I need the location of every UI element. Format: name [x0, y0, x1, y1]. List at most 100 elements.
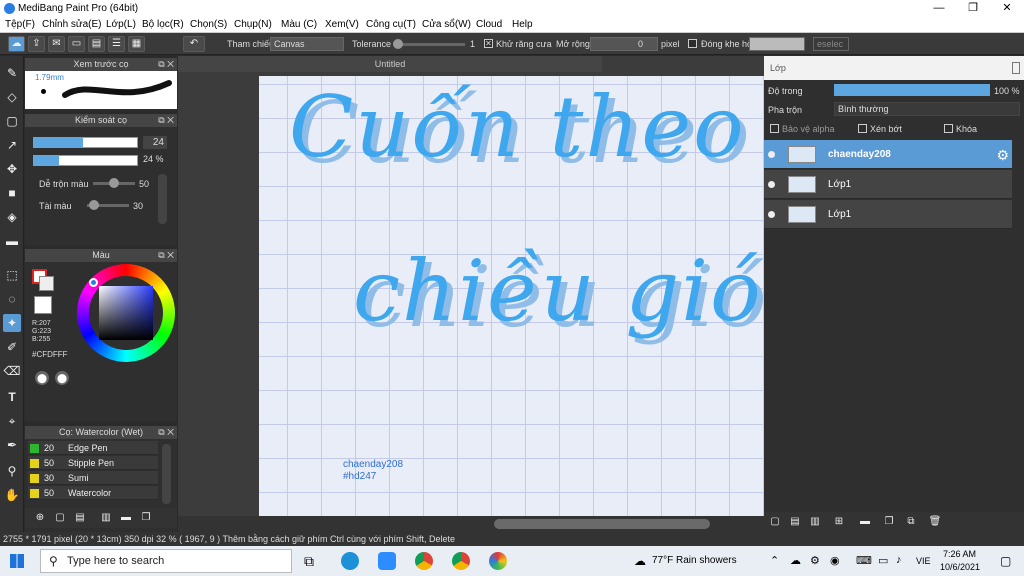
- palette-settings-icon[interactable]: ⬤: [55, 371, 69, 385]
- close-icon[interactable]: ✕: [990, 0, 1024, 17]
- duplicate-layer-icon[interactable]: ❐: [880, 513, 898, 531]
- antialias-checkbox[interactable]: ✕: [484, 39, 493, 48]
- brush-list-item[interactable]: 20 Edge Pen: [28, 441, 158, 455]
- cloud-icon[interactable]: ☁: [8, 36, 25, 52]
- layer-visibility-icon[interactable]: [768, 151, 775, 158]
- brush-settings-icon[interactable]: ▥: [97, 509, 115, 527]
- gear-icon[interactable]: ⚙: [996, 147, 1009, 164]
- task-view-icon[interactable]: ⧉: [304, 553, 314, 570]
- keyboard-icon[interactable]: ⌨: [856, 554, 872, 567]
- select-pen-tool-icon[interactable]: ✐: [3, 338, 21, 356]
- drawing-canvas[interactable]: Cuốn theo Cuốn theo chiều gió chiều gió …: [259, 76, 764, 568]
- upload-icon[interactable]: ⇪: [28, 36, 45, 52]
- menu-window[interactable]: Cửa sổ(W): [422, 19, 471, 30]
- chat-icon[interactable]: ✉: [48, 36, 65, 52]
- select-button[interactable]: eselec: [813, 37, 849, 51]
- network-icon[interactable]: ▭: [878, 554, 888, 567]
- saturation-value-square[interactable]: [99, 286, 153, 340]
- panel-options-icon[interactable]: ⧉ ✕: [158, 114, 174, 127]
- menu-layer[interactable]: Lớp(L): [106, 19, 136, 30]
- menu-color[interactable]: Màu (C): [281, 19, 317, 30]
- bucket-tool-icon[interactable]: ◈: [3, 208, 21, 226]
- grid-icon[interactable]: ▦: [128, 36, 145, 52]
- undo-icon[interactable]: ↶: [183, 36, 205, 52]
- brush-list-item[interactable]: 50 Watercolor: [28, 486, 158, 500]
- taskbar-search-box[interactable]: ⚲ Type here to search: [40, 549, 292, 573]
- minimize-icon[interactable]: —: [922, 0, 956, 17]
- add-layer-menu-icon[interactable]: ⊞: [830, 513, 848, 531]
- panel-options-icon[interactable]: ⧉ ✕: [158, 426, 174, 439]
- notification-icon[interactable]: ▢: [1000, 554, 1011, 568]
- brush-list-scrollbar[interactable]: [162, 444, 171, 504]
- layer-blend-select[interactable]: Bình thường: [834, 102, 1020, 116]
- palette-icon[interactable]: ⬤: [35, 371, 49, 385]
- lasso-tool-icon[interactable]: ◌: [3, 290, 21, 308]
- transparent-color-swatch[interactable]: [34, 296, 52, 314]
- tolerance-slider[interactable]: [393, 43, 465, 46]
- layer-visibility-icon[interactable]: [768, 211, 775, 218]
- menu-edit[interactable]: Chỉnh sửa(E): [42, 19, 102, 30]
- move-tool-icon[interactable]: ✥: [3, 160, 21, 178]
- menu-filter[interactable]: Bộ lọc(R): [142, 19, 184, 30]
- layer-row[interactable]: Lớp1: [764, 170, 1012, 199]
- brush-size-slider[interactable]: [33, 137, 138, 148]
- magic-wand-tool-icon[interactable]: ✦: [3, 314, 21, 332]
- horizontal-scrollbar[interactable]: [178, 516, 764, 532]
- eraser-tool-icon[interactable]: ◇: [3, 88, 21, 106]
- rectangle-tool-icon[interactable]: ▢: [3, 112, 21, 130]
- background-color-swatch[interactable]: [39, 276, 54, 291]
- chrome-icon[interactable]: [415, 552, 433, 570]
- reference-select[interactable]: Canvas: [270, 37, 344, 51]
- text-tool-icon[interactable]: T: [3, 388, 21, 406]
- brush-size-value[interactable]: 24: [143, 136, 167, 149]
- layer-visibility-icon[interactable]: [768, 181, 775, 188]
- close-gap-checkbox[interactable]: [688, 39, 697, 48]
- eyedropper-tool-icon[interactable]: ⚲: [3, 462, 21, 480]
- menu-file[interactable]: Tệp(F): [5, 19, 35, 30]
- horizontal-scroll-thumb[interactable]: [494, 519, 710, 529]
- hue-wheel[interactable]: [77, 264, 175, 362]
- tray-chevron-icon[interactable]: ⌃: [770, 554, 779, 567]
- document-icon[interactable]: ▤: [88, 36, 105, 52]
- onedrive-icon[interactable]: ☁: [790, 554, 801, 567]
- select-tool-icon[interactable]: ⬚: [3, 266, 21, 284]
- hue-picker[interactable]: [89, 278, 98, 287]
- blend-slider-handle[interactable]: [109, 178, 119, 188]
- layer-row[interactable]: chaenday208 ⚙: [764, 140, 1012, 169]
- new-halftone-layer-icon[interactable]: ▤: [786, 513, 804, 531]
- chrome-icon[interactable]: [452, 552, 470, 570]
- new-layer-icon[interactable]: ▢: [766, 513, 784, 531]
- zoom-tray-icon[interactable]: ◉: [830, 554, 840, 567]
- delete-layer-icon[interactable]: 🗑: [926, 513, 944, 531]
- add-brush-icon[interactable]: ⊕: [31, 509, 49, 527]
- expand-input[interactable]: 0: [590, 37, 658, 51]
- layer-folder-icon[interactable]: ▬: [856, 513, 874, 531]
- select-eraser-tool-icon[interactable]: ⌫: [3, 362, 21, 380]
- brush-opacity-slider[interactable]: [33, 155, 138, 166]
- menu-help[interactable]: Help: [512, 19, 533, 30]
- dropper-tool-icon[interactable]: ✒: [3, 436, 21, 454]
- pen-tool-icon[interactable]: ↗: [3, 136, 21, 154]
- menu-view[interactable]: Xem(V): [325, 19, 359, 30]
- brush-control-scrollbar[interactable]: [158, 174, 167, 224]
- merge-layer-icon[interactable]: ⧉: [902, 513, 920, 531]
- operation-tool-icon[interactable]: ⌖: [3, 412, 21, 430]
- language-indicator[interactable]: VIE: [916, 556, 931, 566]
- document-tab[interactable]: Untitled: [178, 56, 602, 72]
- volume-icon[interactable]: ♪: [896, 554, 902, 566]
- hand-tool-icon[interactable]: ✋: [3, 486, 21, 504]
- color-amount-slider-handle[interactable]: [89, 200, 99, 210]
- brush-tool-icon[interactable]: ✎: [3, 64, 21, 82]
- weather-icon[interactable]: ☁: [634, 554, 646, 568]
- new-brush-icon[interactable]: ▢: [51, 509, 69, 527]
- maximize-icon[interactable]: ❐: [956, 0, 990, 17]
- list-icon[interactable]: ☰: [108, 36, 125, 52]
- zoom-app-icon[interactable]: [378, 552, 396, 570]
- gear-icon[interactable]: ⚙: [810, 554, 820, 567]
- weather-text[interactable]: 77°F Rain showers: [652, 555, 737, 566]
- gradient-tool-icon[interactable]: ▬: [3, 232, 21, 250]
- menu-cloud[interactable]: Cloud: [476, 19, 502, 30]
- menu-tools[interactable]: Công cụ(T): [366, 19, 416, 30]
- lock-checkbox[interactable]: [944, 124, 953, 133]
- clock-time[interactable]: 7:26 AM: [943, 549, 976, 559]
